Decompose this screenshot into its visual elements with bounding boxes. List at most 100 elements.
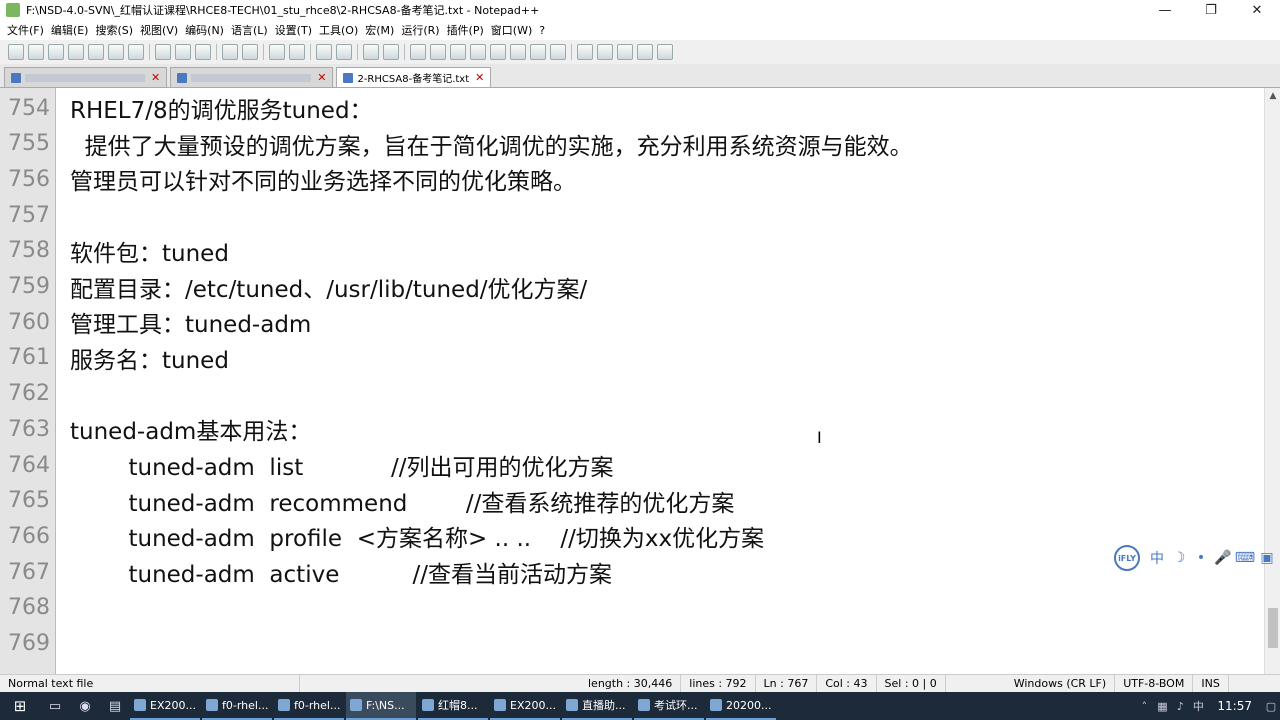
doc-map-icon[interactable]	[490, 44, 506, 60]
line-text[interactable]: tuned-adm基本用法：	[56, 412, 311, 446]
monitoring-icon[interactable]	[550, 44, 566, 60]
line-text[interactable]: 管理员可以针对不同的业务选择不同的优化策略。	[56, 162, 576, 196]
tab-close-icon[interactable]: ✕	[151, 71, 160, 84]
editor-line[interactable]: 758 软件包：tuned	[0, 233, 1264, 269]
editor-line[interactable]: 761 服务名：tuned	[0, 340, 1264, 376]
line-text[interactable]: tuned-adm active //查看当前活动方案	[56, 555, 611, 589]
menu-window[interactable]: 窗口(W)	[488, 22, 536, 38]
line-text[interactable]: 配置目录：/etc/tuned、/usr/lib/tuned/优化方案/	[56, 270, 587, 304]
menu-file[interactable]: 文件(F)	[4, 22, 48, 38]
find-icon[interactable]	[269, 44, 285, 60]
moon-icon[interactable]: ☽	[1170, 549, 1188, 567]
volume-icon[interactable]: ♪	[1171, 700, 1189, 713]
save-all-icon[interactable]	[68, 44, 84, 60]
word-wrap-icon[interactable]	[410, 44, 426, 60]
taskbar-item[interactable]: EX200...	[490, 692, 560, 720]
taskbar-item[interactable]: 20200...	[706, 692, 776, 720]
editor-line[interactable]: 763 tuned-adm基本用法：	[0, 411, 1264, 447]
menu-view[interactable]: 视图(V)	[137, 22, 182, 38]
save-icon[interactable]	[48, 44, 64, 60]
text-editor[interactable]: 754 RHEL7/8的调优服务tuned： 755 提供了大量预设的调优方案，旨在…	[0, 88, 1264, 674]
editor-line[interactable]: 756 管理员可以针对不同的业务选择不同的优化策略。	[0, 161, 1264, 197]
cut-icon[interactable]	[155, 44, 171, 60]
editor-line[interactable]: 757	[0, 197, 1264, 233]
minimize-icon[interactable]: —	[1142, 0, 1188, 20]
zoom-in-icon[interactable]	[316, 44, 332, 60]
editor-line[interactable]: 760 管理工具：tuned-adm	[0, 304, 1264, 340]
close-icon[interactable]: ✕	[1234, 0, 1280, 20]
menu-search[interactable]: 搜索(S)	[92, 22, 137, 38]
menu-encoding[interactable]: 编码(N)	[182, 22, 228, 38]
save-macro-icon[interactable]	[657, 44, 673, 60]
skin-icon[interactable]: ▣	[1258, 549, 1276, 567]
status-eol[interactable]: Windows (CR LF)	[1006, 674, 1116, 693]
ime-language-toggle[interactable]: 中	[1148, 549, 1166, 567]
punctuation-icon[interactable]: •	[1192, 549, 1210, 567]
tab-document-active[interactable]: 2-RHCSA8-备考笔记.txt ✕	[336, 67, 492, 87]
function-list-icon[interactable]	[510, 44, 526, 60]
show-all-chars-icon[interactable]	[430, 44, 446, 60]
editor-line[interactable]: 759 配置目录：/etc/tuned、/usr/lib/tuned/优化方案/	[0, 269, 1264, 305]
close-all-icon[interactable]	[108, 44, 124, 60]
editor-line[interactable]: 768	[0, 590, 1264, 626]
sync-horizontal-icon[interactable]	[383, 44, 399, 60]
undo-icon[interactable]	[222, 44, 238, 60]
print-icon[interactable]	[128, 44, 144, 60]
tab-close-icon[interactable]: ✕	[317, 71, 326, 84]
keyboard-icon[interactable]: ⌨	[1235, 549, 1255, 567]
line-text[interactable]: tuned-adm list //列出可用的优化方案	[56, 448, 613, 482]
editor-line[interactable]: 769	[0, 626, 1264, 662]
menu-plugins[interactable]: 插件(P)	[444, 22, 488, 38]
udl-icon[interactable]	[470, 44, 486, 60]
maximize-icon[interactable]: ❐	[1188, 0, 1234, 20]
menu-run[interactable]: 运行(R)	[398, 22, 443, 38]
editor-line[interactable]: 765 tuned-adm recommend //查看系统推荐的优化方案	[0, 483, 1264, 519]
taskbar-item[interactable]: EX200...	[130, 692, 200, 720]
editor-line[interactable]: 767 tuned-adm active //查看当前活动方案	[0, 554, 1264, 590]
editor-line[interactable]: 755 提供了大量预设的调优方案，旨在于简化调优的实施，充分利用系统资源与能效。	[0, 126, 1264, 162]
line-text[interactable]: tuned-adm profile <方案名称> .. .. //切换为xx优化…	[56, 519, 764, 553]
menu-language[interactable]: 语言(L)	[228, 22, 272, 38]
scrollbar-thumb[interactable]	[1268, 608, 1278, 648]
windows-start-icon[interactable]: ⊞	[0, 692, 40, 720]
menu-tools[interactable]: 工具(O)	[316, 22, 362, 38]
line-text[interactable]: 管理工具：tuned-adm	[56, 305, 311, 339]
zoom-out-icon[interactable]	[336, 44, 352, 60]
taskbar-item-active[interactable]: F:\NS...	[346, 692, 416, 720]
line-text[interactable]: RHEL7/8的调优服务tuned：	[56, 91, 373, 125]
record-macro-icon[interactable]	[577, 44, 593, 60]
menu-settings[interactable]: 设置(T)	[272, 22, 316, 38]
paste-icon[interactable]	[195, 44, 211, 60]
tab-document-2[interactable]: ✕	[170, 67, 334, 87]
indent-guide-icon[interactable]	[450, 44, 466, 60]
microphone-icon[interactable]: 🎤	[1214, 549, 1232, 567]
line-text[interactable]: 软件包：tuned	[56, 234, 229, 268]
notification-icon[interactable]: ▢	[1262, 700, 1280, 713]
line-text[interactable]: tuned-adm recommend //查看系统推荐的优化方案	[56, 484, 734, 518]
tab-document-1[interactable]: ✕	[4, 67, 168, 87]
editor-line[interactable]: 764 tuned-adm list //列出可用的优化方案	[0, 447, 1264, 483]
input-method-icon[interactable]: 中	[1189, 698, 1207, 714]
line-text[interactable]: 提供了大量预设的调优方案，旨在于简化调优的实施，充分利用系统资源与能效。	[56, 127, 913, 161]
tab-close-icon[interactable]: ✕	[475, 71, 484, 84]
line-text[interactable]: 服务名：tuned	[56, 341, 229, 375]
copy-icon[interactable]	[175, 44, 191, 60]
close-file-icon[interactable]	[88, 44, 104, 60]
new-file-icon[interactable]	[8, 44, 24, 60]
chevron-up-icon[interactable]: ˄	[1135, 700, 1153, 713]
replace-icon[interactable]	[289, 44, 305, 60]
taskbar-item[interactable]: f0-rhel...	[202, 692, 272, 720]
status-encoding[interactable]: UTF-8-BOM	[1115, 674, 1194, 693]
editor-line[interactable]: 754 RHEL7/8的调优服务tuned：	[0, 90, 1264, 126]
run-macro-multiple-icon[interactable]	[637, 44, 653, 60]
menu-macro[interactable]: 宏(M)	[362, 22, 398, 38]
taskbar-item[interactable]: 红帽8...	[418, 692, 488, 720]
menu-edit[interactable]: 编辑(E)	[48, 22, 93, 38]
taskbar-item[interactable]: f0-rhel...	[274, 692, 344, 720]
taskbar-item[interactable]: 直播助...	[562, 692, 632, 720]
redo-icon[interactable]	[242, 44, 258, 60]
file-explorer-icon[interactable]: ▤	[100, 692, 130, 720]
editor-line[interactable]: 766 tuned-adm profile <方案名称> .. .. //切换为…	[0, 518, 1264, 554]
browser-icon[interactable]: ◉	[70, 692, 100, 720]
sync-vertical-icon[interactable]	[363, 44, 379, 60]
